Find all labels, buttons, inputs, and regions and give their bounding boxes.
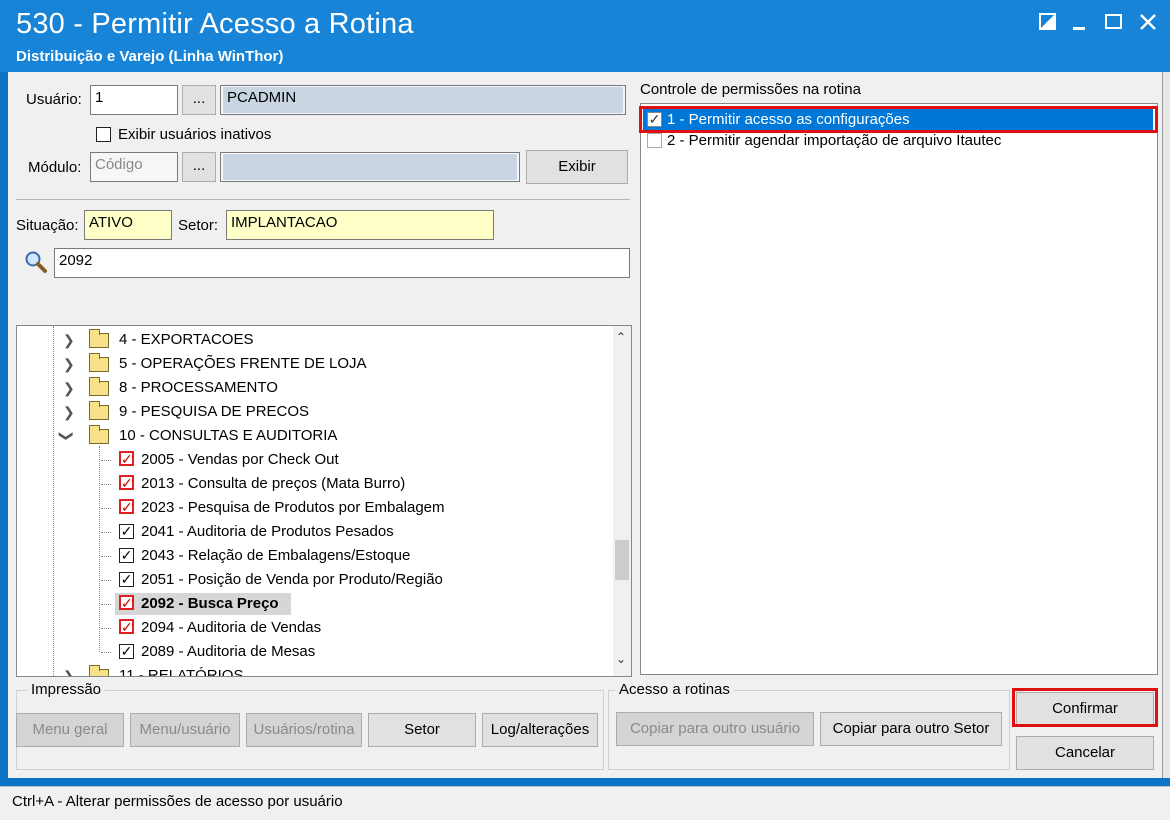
- usuarios-rotina-button[interactable]: Usuários/rotina: [246, 713, 362, 747]
- chevron-down-icon[interactable]: ❯: [55, 430, 79, 442]
- routine-checkbox[interactable]: ✓: [119, 548, 134, 563]
- search-input[interactable]: 2092: [54, 248, 630, 278]
- tree-routine[interactable]: ✓ 2041 - Auditoria de Produtos Pesados: [101, 520, 461, 544]
- copiar-usuario-button[interactable]: Copiar para outro usuário: [616, 712, 814, 746]
- minimize-icon[interactable]: [1066, 8, 1094, 36]
- routine-checkbox[interactable]: ✓: [119, 619, 134, 634]
- background-window-edge: [1162, 72, 1170, 778]
- menu-usuario-button[interactable]: Menu/usuário: [130, 713, 240, 747]
- permissions-list[interactable]: ✓ 1 - Permitir acesso as configurações 2…: [640, 103, 1158, 675]
- permissions-header: Controle de permissões na rotina: [640, 81, 861, 98]
- chevron-right-icon[interactable]: ❯: [63, 376, 75, 400]
- setor-label: Setor:: [178, 217, 219, 234]
- exibir-inativos-checkbox[interactable]: [96, 127, 111, 142]
- folder-icon: [89, 665, 109, 676]
- restore-icon[interactable]: [1034, 8, 1062, 36]
- log-alteracoes-button[interactable]: Log/alterações: [482, 713, 598, 747]
- usuario-name-value: PCADMIN: [223, 87, 623, 113]
- maximize-icon[interactable]: [1100, 8, 1128, 36]
- permission-checkbox[interactable]: [647, 133, 662, 148]
- copiar-setor-button[interactable]: Copiar para outro Setor: [820, 712, 1002, 746]
- situacao-field: ATIVO: [84, 210, 172, 240]
- confirmar-highlight: [1012, 688, 1158, 727]
- scrollbar-thumb[interactable]: [615, 540, 629, 580]
- folder-icon: [89, 329, 109, 348]
- tree-routine-selected[interactable]: ✓ 2092 - Busca Preço: [101, 592, 461, 616]
- routine-checkbox[interactable]: ✓: [119, 644, 134, 659]
- menu-geral-button[interactable]: Menu geral: [16, 713, 124, 747]
- routine-checkbox[interactable]: ✓: [119, 595, 134, 610]
- chevron-right-icon[interactable]: ❯: [63, 328, 75, 352]
- setor-button[interactable]: Setor: [368, 713, 476, 747]
- tree-routine[interactable]: ✓ 2051 - Posição de Venda por Produto/Re…: [101, 568, 521, 592]
- tree-routine[interactable]: ✓ 2043 - Relação de Embalagens/Estoque: [101, 544, 461, 568]
- folder-icon: [89, 401, 109, 420]
- folder-icon: [89, 377, 109, 396]
- folder-icon: [89, 353, 109, 372]
- title-bar: 530 - Permitir Acesso a Rotina Distribui…: [0, 0, 1170, 72]
- routine-checkbox[interactable]: ✓: [119, 572, 134, 587]
- tree-routine[interactable]: ✓ 2005 - Vendas por Check Out: [101, 448, 461, 472]
- routine-checkbox[interactable]: ✓: [119, 499, 134, 514]
- client-area: Usuário: 1 ... PCADMIN Exibir usuários i…: [8, 72, 1162, 778]
- routine-checkbox[interactable]: ✓: [119, 451, 134, 466]
- chevron-right-icon[interactable]: ❯: [63, 352, 75, 376]
- setor-field: IMPLANTACAO: [226, 210, 494, 240]
- routine-checkbox[interactable]: ✓: [119, 524, 134, 539]
- situacao-label: Situação:: [16, 217, 79, 234]
- exibir-button[interactable]: Exibir: [526, 150, 628, 184]
- divider: [16, 199, 630, 200]
- usuario-name-field: PCADMIN: [220, 85, 626, 115]
- folder-icon: [89, 425, 109, 444]
- tree-routine[interactable]: ✓ 2094 - Auditoria de Vendas: [101, 616, 461, 640]
- chevron-right-icon[interactable]: ❯: [63, 664, 75, 676]
- routine-checkbox[interactable]: ✓: [119, 475, 134, 490]
- modulo-lookup-button[interactable]: ...: [182, 152, 216, 182]
- tree-routine[interactable]: ✓ 2013 - Consulta de preços (Mata Burro): [101, 472, 461, 496]
- status-text: Ctrl+A - Alterar permissões de acesso po…: [12, 793, 343, 810]
- window-subtitle: Distribuição e Varejo (Linha WinThor): [16, 48, 284, 65]
- cancelar-button[interactable]: Cancelar: [1016, 736, 1154, 770]
- close-icon[interactable]: [1134, 8, 1162, 36]
- permission-highlight: [639, 106, 1158, 133]
- status-bar: Ctrl+A - Alterar permissões de acesso po…: [0, 786, 1170, 820]
- scroll-down-icon[interactable]: ⌄: [616, 652, 626, 666]
- modulo-input[interactable]: Código: [90, 152, 178, 182]
- exibir-inativos-label: Exibir usuários inativos: [118, 126, 272, 143]
- usuario-lookup-button[interactable]: ...: [182, 85, 216, 115]
- routine-tree[interactable]: ❯ 4 - EXPORTACOES ❯ 5 - OPERAÇÕES FRENTE…: [16, 325, 632, 677]
- tree-scrollbar[interactable]: ⌃ ⌄: [613, 326, 631, 676]
- modulo-label: Módulo:: [28, 159, 82, 176]
- app-window: 530 - Permitir Acesso a Rotina Distribui…: [0, 0, 1170, 820]
- usuario-input[interactable]: 1: [90, 85, 178, 115]
- scroll-up-icon[interactable]: ⌃: [616, 330, 626, 344]
- window-title: 530 - Permitir Acesso a Rotina: [16, 8, 414, 40]
- usuario-label: Usuário:: [26, 91, 82, 108]
- modulo-name-field: [220, 152, 520, 182]
- search-icon: [24, 250, 48, 274]
- chevron-right-icon[interactable]: ❯: [63, 400, 75, 424]
- tree-routine[interactable]: ✓ 2089 - Auditoria de Mesas: [101, 640, 461, 664]
- tree-routine[interactable]: ✓ 2023 - Pesquisa de Produtos por Embala…: [101, 496, 501, 520]
